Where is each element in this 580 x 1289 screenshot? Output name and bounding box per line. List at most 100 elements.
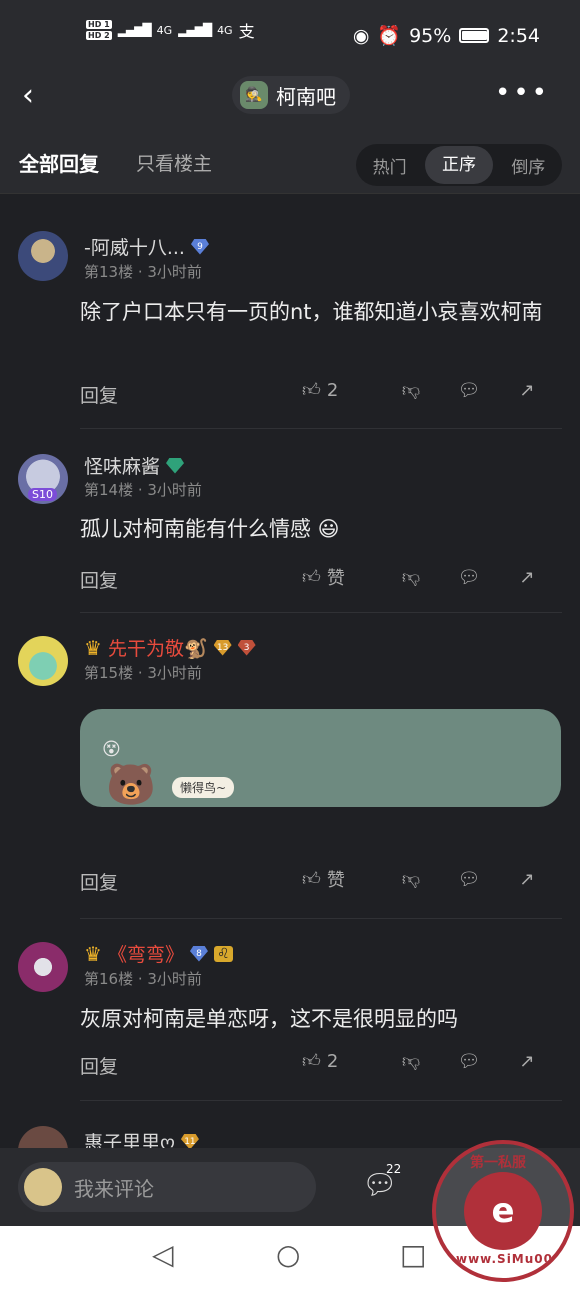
username[interactable]: 怪味麻酱: [84, 452, 160, 479]
network-label: 4G: [156, 23, 173, 37]
level-badge: 9: [190, 238, 209, 255]
avatar-frame-badge: S10: [28, 488, 57, 501]
back-icon[interactable]: ‹: [22, 78, 34, 114]
divider: [80, 918, 562, 919]
back-triangle-icon[interactable]: ◁: [152, 1238, 174, 1271]
battery-icon: [459, 28, 490, 43]
like-count: 赞: [326, 870, 345, 891]
reply-button[interactable]: 回复: [80, 566, 118, 593]
comment-icon[interactable]: 💬︎: [440, 869, 498, 890]
reply-content: 孤儿对柯南能有什么情感 😃: [80, 517, 340, 541]
network-label-2: 4G: [217, 23, 233, 37]
alarm-icon: ⏰: [377, 25, 402, 47]
comment-icon[interactable]: 💬︎: [440, 380, 498, 401]
watermark-url: www.SiMu001.cn: [456, 1252, 574, 1266]
divider: [80, 428, 562, 429]
forum-pill[interactable]: 🕵 柯南吧: [232, 76, 350, 114]
game-badge: 3: [237, 639, 256, 656]
nav-bar: ‹ 🕵 柯南吧 •••: [0, 72, 580, 122]
avatar[interactable]: [18, 1126, 68, 1148]
like-button[interactable]: 👍︎ 赞: [302, 866, 382, 892]
divider: [80, 1100, 562, 1101]
like-count: 赞: [326, 568, 345, 589]
like-count: 2: [326, 1050, 339, 1072]
face-icon: 😵: [102, 739, 121, 760]
reply-item: ♛ 先干为敬🐒 13 3 第15楼 · 3小时前 😵 🐻 懒得鸟~ 回复 👍︎ …: [0, 614, 580, 920]
battery-percent: 95%: [409, 24, 452, 47]
signal-icon: ▂▄▆█: [117, 23, 152, 37]
sort-toggle: 热门 正序 倒序: [356, 144, 562, 186]
tab-all-replies[interactable]: 全部回复: [19, 148, 99, 177]
thumbs-up-icon: 👍︎: [302, 380, 321, 401]
floor-time: 第15楼 · 3小时前: [84, 664, 202, 682]
share-icon[interactable]: ↗: [498, 1051, 556, 1072]
username[interactable]: 先干为敬🐒: [108, 634, 208, 661]
watermark-logo: e: [464, 1172, 542, 1250]
like-count: 2: [326, 379, 339, 401]
sort-hot[interactable]: 热门: [356, 153, 423, 178]
share-icon[interactable]: ↗: [498, 567, 556, 588]
like-button[interactable]: 👍︎ 2: [302, 379, 382, 402]
dislike-icon[interactable]: 👎︎: [382, 566, 440, 588]
hd2-label: HD 2: [86, 31, 112, 40]
more-icon[interactable]: •••: [495, 78, 550, 108]
divider: [80, 612, 562, 613]
home-circle-icon[interactable]: ○: [276, 1238, 300, 1271]
reply-item: ♛ 《弯弯》 8 ♌ 第16楼 · 3小时前 灰原对柯南是单恋呀，这不是很明显的…: [0, 920, 580, 1104]
crown-icon: ♛: [84, 941, 102, 966]
sort-descending[interactable]: 倒序: [495, 153, 562, 178]
watermark-top-text: 第一私服: [470, 1155, 526, 1171]
avatar[interactable]: [18, 231, 68, 281]
recents-square-icon[interactable]: □: [400, 1238, 426, 1271]
comment-icon[interactable]: 💬︎: [440, 1051, 498, 1072]
reply-feed[interactable]: -阿威十八... 9 第13楼 · 3小时前 除了户口本只有一页的nt，谁都知道…: [0, 195, 580, 1148]
username[interactable]: -阿威十八...: [84, 233, 185, 260]
comment-input[interactable]: 我来评论: [18, 1162, 316, 1212]
dislike-icon[interactable]: 👎︎: [382, 1050, 440, 1072]
tab-only-op[interactable]: 只看楼主: [136, 149, 212, 176]
level-badge: 13: [213, 639, 232, 656]
watermark-seal: 第一私服 e www.SiMu001.cn: [432, 1140, 574, 1282]
comment-icon[interactable]: 💬︎: [440, 567, 498, 588]
sort-ascending[interactable]: 正序: [425, 146, 493, 184]
signal-icon-2: ▂▄▆█: [178, 23, 212, 37]
username[interactable]: 惠子里里ღ: [84, 1128, 175, 1148]
share-icon[interactable]: ↗: [498, 869, 556, 890]
reply-button[interactable]: 回复: [80, 1052, 118, 1079]
my-avatar: [24, 1168, 62, 1206]
floor-time: 第14楼 · 3小时前: [84, 481, 202, 499]
reply-tab-bar: 全部回复 只看楼主 热门 正序 倒序: [0, 122, 580, 194]
reply-button[interactable]: 回复: [80, 381, 118, 408]
username[interactable]: 《弯弯》: [108, 940, 184, 967]
like-button[interactable]: 👍︎ 赞: [302, 564, 382, 590]
share-icon[interactable]: ↗: [498, 380, 556, 401]
avatar[interactable]: [18, 636, 68, 686]
forum-avatar: 🕵: [240, 81, 268, 109]
level-badge: [166, 457, 185, 474]
comment-placeholder: 我来评论: [74, 1176, 154, 1201]
crown-icon: ♛: [84, 635, 102, 660]
thumbs-up-icon: 👍︎: [302, 567, 321, 588]
comment-count: 22: [386, 1162, 402, 1176]
avatar[interactable]: [18, 942, 68, 992]
reply-content: 灰原对柯南是单恋呀，这不是很明显的吗: [80, 1007, 458, 1031]
reply-content: 除了户口本只有一页的nt，谁都知道小哀喜欢柯南: [80, 300, 543, 324]
dislike-icon[interactable]: 👎︎: [382, 868, 440, 890]
reply-item: S10 怪味麻酱 第14楼 · 3小时前 孤儿对柯南能有什么情感 😃 回复 👍︎…: [0, 430, 580, 614]
floor-time: 第16楼 · 3小时前: [84, 970, 202, 988]
like-button[interactable]: 👍︎ 2: [302, 1050, 382, 1073]
forum-name: 柯南吧: [276, 84, 336, 109]
clock: 2:54: [497, 24, 540, 47]
floor-time: 第13楼 · 3小时前: [84, 263, 202, 281]
reply-button[interactable]: 回复: [80, 868, 118, 895]
hd-indicator: HD 1 HD 2: [86, 19, 112, 41]
sticker-text: 懒得鸟~: [172, 777, 235, 798]
sticker-image[interactable]: 😵 🐻 懒得鸟~: [80, 709, 561, 808]
dislike-icon[interactable]: 👎︎: [382, 379, 440, 401]
thumbs-up-icon: 👍︎: [302, 869, 321, 890]
thumbs-up-icon: 👍︎: [302, 1051, 321, 1072]
eye-icon: ◉: [352, 24, 370, 47]
reply-item: -阿威十八... 9 第13楼 · 3小时前 除了户口本只有一页的nt，谁都知道…: [0, 195, 580, 430]
zodiac-badge-icon: ♌: [213, 945, 233, 962]
hd1-label: HD 1: [86, 20, 112, 29]
